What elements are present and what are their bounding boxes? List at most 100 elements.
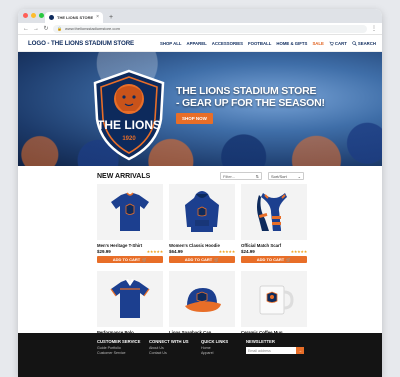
product-image[interactable] (169, 271, 235, 327)
favicon-icon (49, 15, 54, 20)
filter-placeholder: Filter... (223, 173, 236, 179)
cart-icon: 🛒 (286, 257, 292, 262)
site-header: LOGO - THE LIONS STADIUM STORE SHOP ALL … (18, 35, 382, 52)
add-to-cart-label: ADD TO CART (112, 257, 141, 262)
site-logo[interactable]: LOGO - THE LIONS STADIUM STORE (28, 40, 134, 47)
newsletter-heading: NEWSLETTER (246, 339, 275, 344)
newsletter: NEWSLETTER Email address → (246, 339, 304, 354)
search-link[interactable]: SEARCH (352, 41, 376, 46)
product-image[interactable] (241, 271, 307, 327)
footer-link[interactable]: About Us (149, 346, 193, 350)
browser-menu-button[interactable]: ⋮ (371, 25, 377, 32)
main-nav: SHOP ALL APPAREL ACCESSORIES FOOTBALL HO… (160, 41, 376, 46)
product-card[interactable]: Women's Classic Hoodie $64.99 ★★★★★ ADD … (169, 184, 235, 266)
hero-title-line2: - GEAR UP FOR THE SEASON! (176, 97, 325, 109)
close-window-button[interactable] (23, 13, 28, 18)
nav-shop-all[interactable]: SHOP ALL (160, 41, 182, 46)
cap-icon (185, 288, 221, 312)
crest-year: 1920 (122, 136, 136, 142)
footer-columns: CUSTOMER SERVICE Guide Portfolio Custome… (97, 339, 245, 355)
footer-heading: CUSTOMER SERVICE (97, 339, 141, 344)
product-name[interactable]: Official Match Scarf (241, 243, 307, 248)
footer-column: QUICK LINKS Home Apparel (201, 339, 245, 355)
product-meta: $29.99 ★★★★★ (97, 249, 163, 254)
hoodie-icon (185, 191, 219, 232)
footer-link[interactable]: Contact Us (149, 351, 193, 355)
tab-close-icon[interactable]: × (96, 15, 99, 20)
minimize-window-button[interactable] (31, 13, 36, 18)
arrivals-header: NEW ARRIVALS Filter... ⇅ Sort/Sort ⌄ (18, 166, 382, 180)
cart-icon (329, 41, 334, 45)
browser-window: THE LIONS STORE × + ← → ↻ 🔒 www.thelions… (18, 9, 382, 377)
url-text: www.thelionsstadiumstore.com (64, 26, 120, 31)
sort-label: Sort/Sort (271, 173, 287, 179)
add-to-cart-button[interactable]: ADD TO CART 🛒 (169, 256, 235, 263)
nav-sale[interactable]: SALE (312, 41, 323, 46)
shop-now-button[interactable]: SHOP NOW (176, 113, 213, 124)
product-price: $64.99 (169, 249, 183, 254)
product-price: $24.99 (241, 249, 255, 254)
product-name[interactable]: Men's Heritage T-Shirt (97, 243, 163, 248)
url-input[interactable]: 🔒 www.thelionsstadiumstore.com (53, 24, 367, 33)
reload-button[interactable]: ↻ (43, 26, 49, 32)
newsletter-submit-button[interactable]: → (296, 347, 304, 354)
browser-tab[interactable]: THE LIONS STORE × (45, 12, 103, 23)
cart-icon: 🛒 (142, 257, 148, 262)
window-controls (23, 13, 44, 18)
add-to-cart-label: ADD TO CART (256, 257, 285, 262)
product-image[interactable] (97, 271, 163, 327)
footer-link[interactable]: Guide Portfolio (97, 346, 141, 350)
product-image[interactable] (97, 184, 163, 240)
rating-stars: ★★★★★ (146, 249, 164, 254)
newsletter-form: Email address → (246, 347, 304, 354)
add-to-cart-label: ADD TO CART (184, 257, 213, 262)
footer-link[interactable]: Apparel (201, 351, 245, 355)
footer-column: CONNECT WITH US About Us Contact Us (149, 339, 193, 355)
site-footer: CUSTOMER SERVICE Guide Portfolio Custome… (18, 333, 382, 377)
section-title: NEW ARRIVALS (97, 172, 151, 180)
product-card[interactable]: Men's Heritage T-Shirt $29.99 ★★★★★ ADD … (97, 184, 163, 266)
email-field[interactable]: Email address (246, 347, 296, 354)
back-button[interactable]: ← (23, 26, 29, 32)
sort-select[interactable]: Sort/Sort ⌄ (268, 172, 304, 180)
forward-button[interactable]: → (33, 26, 39, 32)
footer-link[interactable]: Customer Service (97, 351, 141, 355)
nav-home-gifts[interactable]: HOME & GIFTS (276, 41, 307, 46)
footer-link[interactable]: Home (201, 346, 245, 350)
footer-heading: CONNECT WITH US (149, 339, 189, 344)
product-grid: Men's Heritage T-Shirt $29.99 ★★★★★ ADD … (97, 184, 307, 353)
mug-icon (259, 285, 294, 315)
maximize-window-button[interactable] (39, 13, 44, 18)
rating-stars: ★★★★★ (290, 249, 308, 254)
chevron-down-icon: ⌄ (297, 173, 301, 179)
footer-heading: QUICK LINKS (201, 339, 229, 344)
product-name[interactable]: Women's Classic Hoodie (169, 243, 235, 248)
cart-icon: 🛒 (214, 257, 220, 262)
search-label: SEARCH (357, 40, 376, 46)
footer-column: CUSTOMER SERVICE Guide Portfolio Custome… (97, 339, 141, 355)
new-arrivals-section: NEW ARRIVALS Filter... ⇅ Sort/Sort ⌄ Men… (18, 166, 382, 350)
new-tab-button[interactable]: + (109, 12, 113, 23)
product-price: $29.99 (97, 249, 111, 254)
tab-title: THE LIONS STORE (57, 15, 94, 20)
cart-link[interactable]: CART (329, 41, 347, 46)
filter-input[interactable]: Filter... ⇅ (220, 172, 262, 180)
add-to-cart-button[interactable]: ADD TO CART 🛒 (241, 256, 307, 263)
scarf-icon (257, 193, 287, 231)
filter-icon: ⇅ (255, 173, 259, 179)
browser-tab-bar: THE LIONS STORE × + (18, 9, 382, 23)
product-image[interactable] (169, 184, 235, 240)
nav-apparel[interactable]: APPAREL (187, 41, 207, 46)
search-icon (352, 40, 357, 46)
add-to-cart-button[interactable]: ADD TO CART 🛒 (97, 256, 163, 263)
nav-football[interactable]: FOOTBALL (248, 41, 271, 46)
tshirt-icon (111, 192, 149, 231)
hero-banner: THE LIONS 1920 THE LIONS STADIUM STORE -… (18, 52, 382, 166)
nav-accessories[interactable]: ACCESSORIES (212, 41, 243, 46)
address-bar-row: ← → ↻ 🔒 www.thelionsstadiumstore.com ⋮ (18, 23, 382, 35)
rating-stars: ★★★★★ (218, 249, 236, 254)
hero-title-line1: THE LIONS STADIUM STORE (176, 85, 317, 97)
product-image[interactable] (241, 184, 307, 240)
stadium-crowd-image (18, 52, 382, 166)
product-card[interactable]: Official Match Scarf $24.99 ★★★★★ ADD TO… (241, 184, 307, 266)
